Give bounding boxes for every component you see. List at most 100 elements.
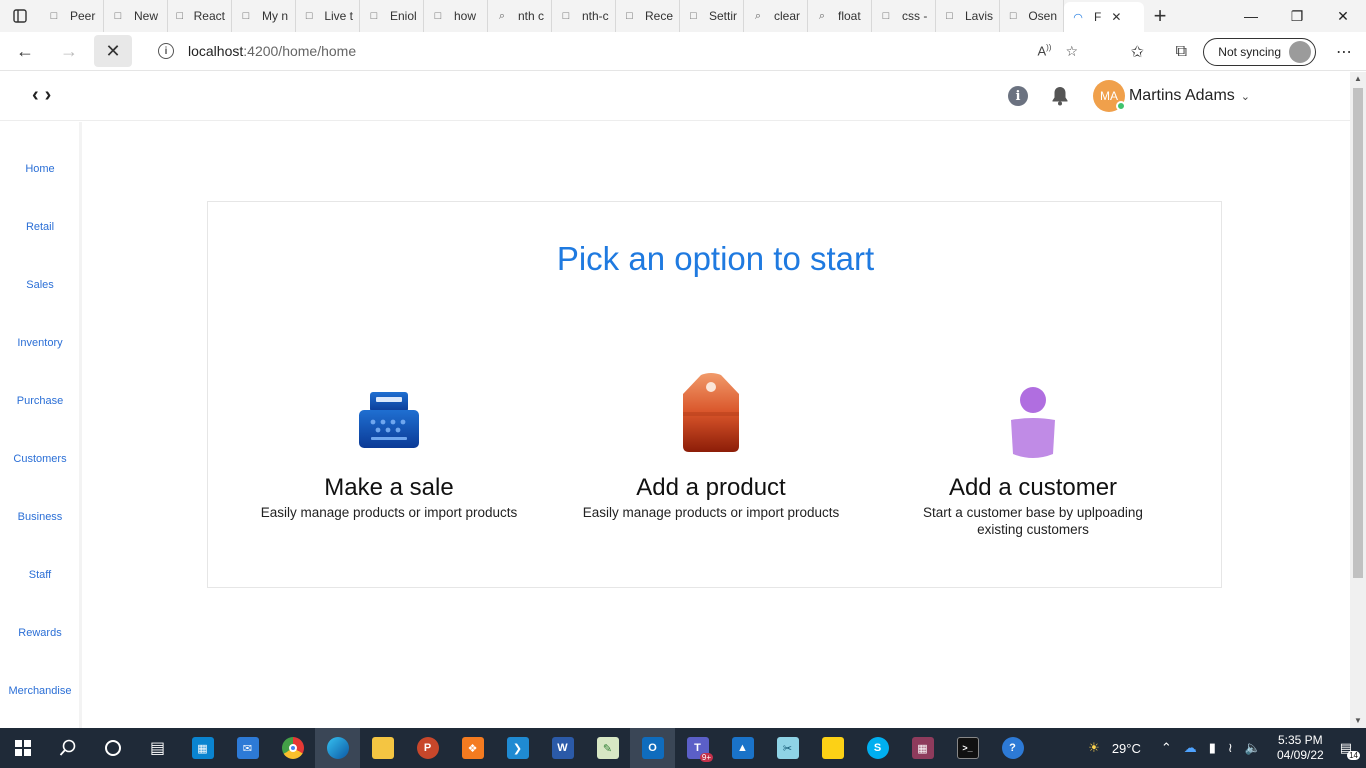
sidebar-item-staff[interactable]: Staff xyxy=(0,569,80,581)
xampp-app[interactable]: ❖ xyxy=(450,728,495,768)
close-icon: ✕ xyxy=(105,40,121,61)
chevron-down-icon[interactable]: ⌄ xyxy=(1241,90,1250,103)
powerpoint-app[interactable]: P xyxy=(405,728,450,768)
sidebar-item-retail[interactable]: Retail xyxy=(0,221,80,233)
help-app[interactable]: ? xyxy=(990,728,1035,768)
browser-tab[interactable]: □ Peer xyxy=(40,0,104,32)
avatar[interactable]: MA xyxy=(1092,80,1126,112)
clock[interactable]: 5:35 PM 04/09/22 xyxy=(1277,733,1324,763)
scroll-down-icon[interactable]: ▼ xyxy=(1350,714,1366,728)
chrome-app[interactable] xyxy=(270,728,315,768)
weather-icon[interactable]: ☀ xyxy=(1088,740,1100,756)
scrollbar-thumb[interactable] xyxy=(1353,88,1363,578)
notepad-app[interactable]: ✎ xyxy=(585,728,630,768)
settings-menu-icon[interactable]: ⋯ xyxy=(1322,32,1366,71)
browser-tab[interactable]: □ how xyxy=(424,0,488,32)
add-product-option[interactable]: Add a product Easily manage products or … xyxy=(581,372,841,521)
chevron-left-icon[interactable]: ‹ xyxy=(32,84,39,107)
battery-icon[interactable]: ▮ xyxy=(1209,740,1216,756)
browser-tab[interactable]: □ New xyxy=(104,0,168,32)
scroll-up-icon[interactable]: ▲ xyxy=(1350,72,1366,86)
task-view-button[interactable]: ▤ xyxy=(135,728,180,768)
sidebar-item-customers[interactable]: Customers xyxy=(0,453,80,465)
add-favorite-icon[interactable]: ☆ xyxy=(1065,43,1078,60)
tab-label: Settir xyxy=(708,9,737,23)
help-icon: ? xyxy=(1001,737,1024,759)
browser-tab[interactable]: □ Rece xyxy=(616,0,680,32)
profile-sync-button[interactable]: Not syncing xyxy=(1203,37,1316,66)
winrar-app[interactable]: ▦ xyxy=(900,728,945,768)
terminal-app[interactable]: >_ xyxy=(945,728,990,768)
tab-actions-button[interactable] xyxy=(0,0,40,32)
browser-tab[interactable]: □ Eniol xyxy=(360,0,424,32)
sidebar-item-merchandise[interactable]: Merchandise xyxy=(0,685,80,697)
chevron-right-icon[interactable]: › xyxy=(45,84,52,107)
page-icon: □ xyxy=(626,10,633,22)
user-name[interactable]: Martins Adams xyxy=(1129,87,1235,105)
photos-app[interactable]: ▲ xyxy=(720,728,765,768)
vscode-app[interactable]: ❯ xyxy=(495,728,540,768)
sidebar-item-business[interactable]: Business xyxy=(0,511,80,523)
stop-button[interactable]: ✕ xyxy=(94,35,132,67)
edge-app[interactable] xyxy=(315,728,360,768)
page-icon: □ xyxy=(1009,10,1017,22)
word-app[interactable]: W xyxy=(540,728,585,768)
tab-label: Live t xyxy=(324,9,353,23)
page-scrollbar[interactable]: ▲ ▼ xyxy=(1350,72,1366,728)
add-customer-option[interactable]: Add a customer Start a customer base by … xyxy=(903,372,1163,538)
info-button[interactable]: i xyxy=(1007,85,1029,107)
read-aloud-icon[interactable]: A)) xyxy=(1037,43,1051,58)
browser-tab[interactable]: ⌕ nth c xyxy=(488,0,552,32)
store-app[interactable]: ▦ xyxy=(180,728,225,768)
outlook-app[interactable]: O xyxy=(630,728,675,768)
browser-tab[interactable]: ◠ F ✕ xyxy=(1064,2,1144,32)
browser-tab[interactable]: ⌕ float xyxy=(808,0,872,32)
sidebar-item-rewards[interactable]: Rewards xyxy=(0,627,80,639)
browser-tab[interactable]: □ Lavis xyxy=(936,0,1000,32)
sticky-note-icon xyxy=(821,737,844,759)
cortana-button[interactable] xyxy=(90,728,135,768)
collections-icon[interactable]: ⧉ xyxy=(1159,32,1203,71)
minimize-button[interactable]: — xyxy=(1228,0,1274,32)
xampp-icon: ❖ xyxy=(461,737,484,759)
search-button[interactable] xyxy=(45,728,90,768)
onedrive-icon[interactable]: ☁ xyxy=(1184,740,1197,756)
browser-tab[interactable]: □ Osen xyxy=(1000,0,1064,32)
site-info-icon[interactable]: i xyxy=(158,43,174,59)
file-explorer-app[interactable] xyxy=(360,728,405,768)
make-sale-option[interactable]: Make a sale Easily manage products or im… xyxy=(259,372,519,521)
sidebar-item-inventory[interactable]: Inventory xyxy=(0,337,80,349)
close-window-button[interactable]: ✕ xyxy=(1320,0,1366,32)
sidebar-item-sales[interactable]: Sales xyxy=(0,279,80,291)
browser-tab[interactable]: □ Live t xyxy=(296,0,360,32)
browser-tab[interactable]: □ nth-c xyxy=(552,0,616,32)
sticky-notes-app[interactable] xyxy=(810,728,855,768)
snip-app[interactable]: ✂ xyxy=(765,728,810,768)
new-tab-button[interactable]: + xyxy=(1144,0,1176,32)
chevron-up-icon[interactable]: ⌃ xyxy=(1161,740,1172,756)
close-tab-icon[interactable]: ✕ xyxy=(1111,10,1121,24)
weather-temp[interactable]: 29°C xyxy=(1112,741,1141,756)
skype-app[interactable]: S xyxy=(855,728,900,768)
address-bar[interactable]: i localhost:4200/home/home A)) ☆ xyxy=(144,35,1094,67)
mail-app[interactable]: ✉ xyxy=(225,728,270,768)
start-button[interactable] xyxy=(0,728,45,768)
clock-date: 04/09/22 xyxy=(1276,748,1324,762)
browser-tab[interactable]: □ Settir xyxy=(680,0,744,32)
notification-center-icon[interactable]: ▤ 14 xyxy=(1340,740,1360,760)
browser-tab[interactable]: □ React xyxy=(168,0,232,32)
browser-tab[interactable]: □ My n xyxy=(232,0,296,32)
teams-app[interactable]: T 9+ xyxy=(675,728,720,768)
back-button[interactable]: ← xyxy=(6,35,44,67)
restore-button[interactable]: ❐ xyxy=(1274,0,1320,32)
forward-button[interactable]: → xyxy=(50,35,88,67)
browser-tab[interactable]: □ css - xyxy=(872,0,936,32)
sidebar-item-purchase[interactable]: Purchase xyxy=(0,395,80,407)
favorites-icon[interactable]: ✩ xyxy=(1115,32,1159,71)
browser-tab[interactable]: ⌕ clear xyxy=(744,0,808,32)
volume-icon[interactable]: 🔈 xyxy=(1245,740,1261,756)
wifi-icon[interactable]: ≀ xyxy=(1228,740,1233,756)
notifications-button[interactable] xyxy=(1049,85,1071,107)
sidebar-item-home[interactable]: Home xyxy=(0,163,80,175)
page-icon: □ xyxy=(305,10,313,22)
